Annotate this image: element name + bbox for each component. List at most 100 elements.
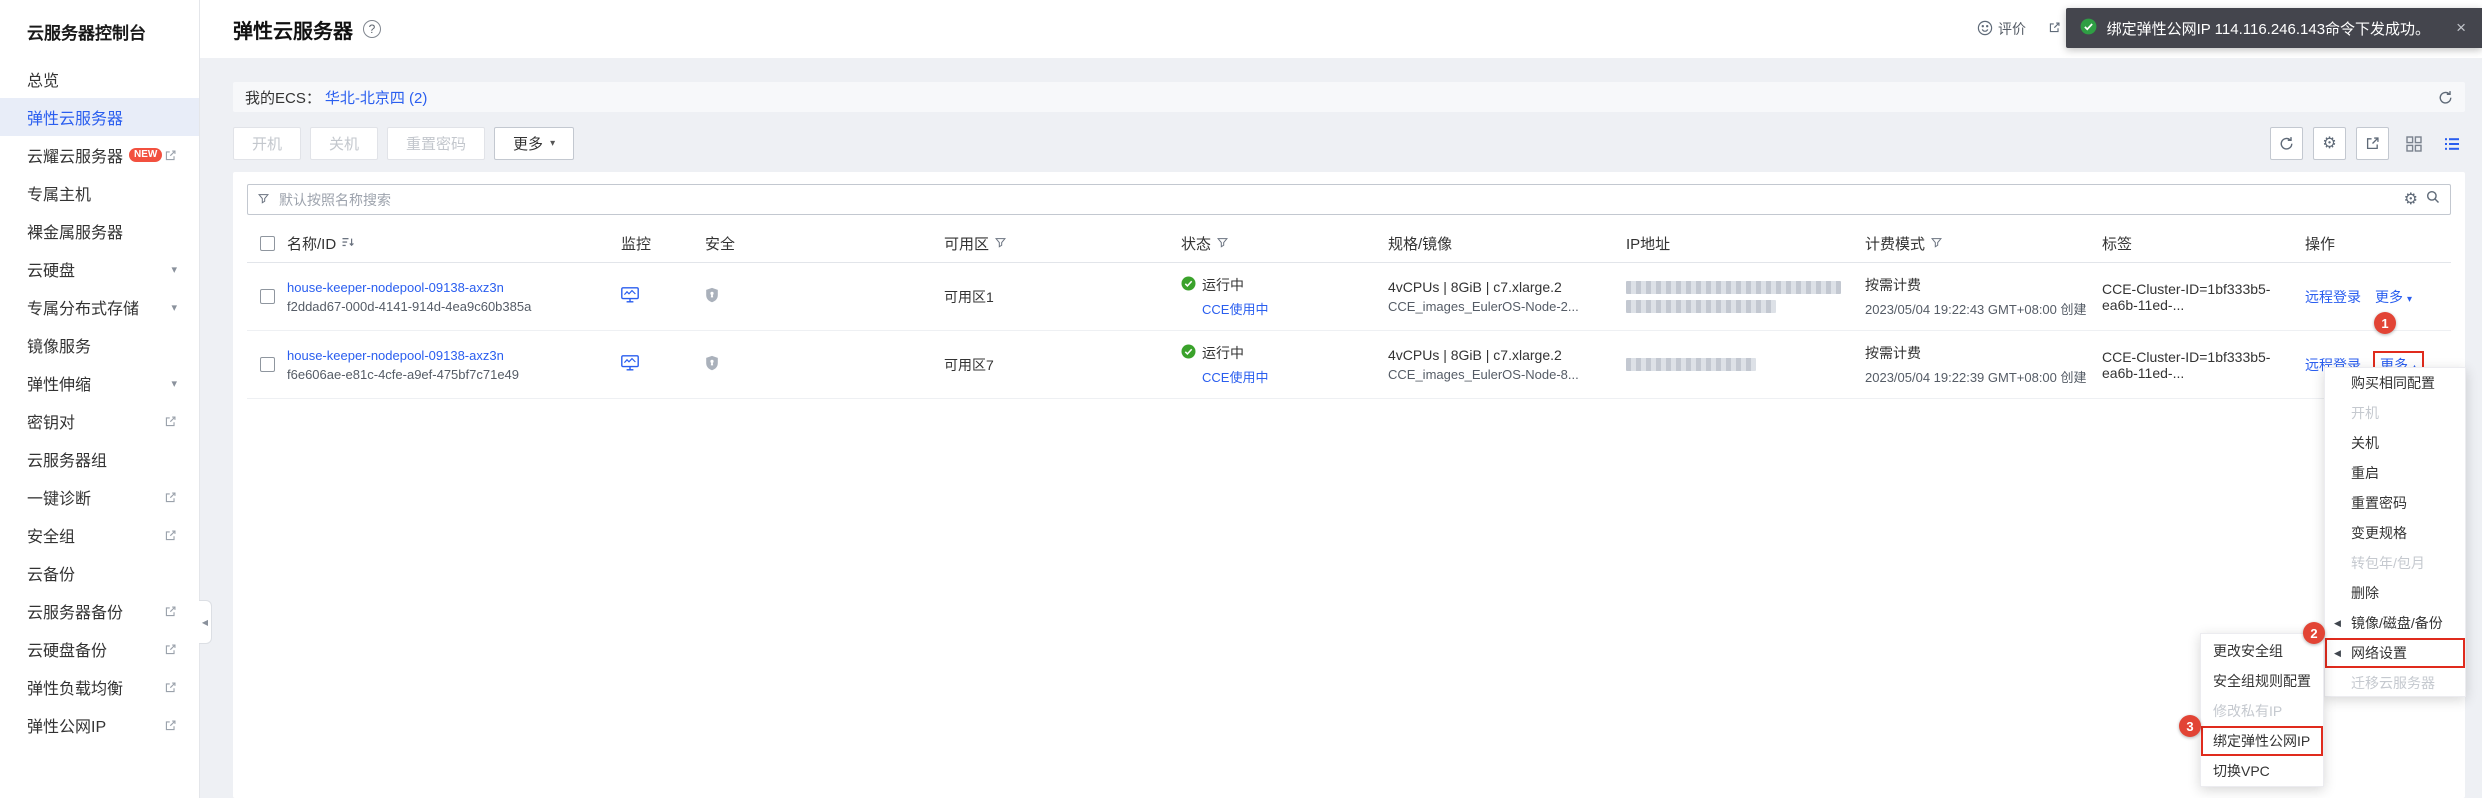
search-input[interactable]	[277, 190, 2396, 209]
select-all-checkbox[interactable]	[259, 236, 275, 251]
menu-item-label: 镜像/磁盘/备份	[2351, 615, 2443, 631]
menu-item-network-settings[interactable]: ◀ 网络设置	[2325, 638, 2465, 668]
sidebar-item-evs[interactable]: 云硬盘 ▾	[0, 250, 199, 288]
search-settings-icon[interactable]: ⚙	[2404, 191, 2418, 208]
menu-item-power-on[interactable]: 开机	[2325, 398, 2465, 428]
menu-item-bind-eip[interactable]: 绑定弹性公网IP	[2201, 726, 2323, 756]
power-off-button[interactable]: 关机	[310, 127, 379, 160]
search-icon[interactable]	[2426, 190, 2440, 209]
menu-item-security-group-rules[interactable]: 安全组规则配置	[2201, 666, 2323, 696]
settings-gear-button[interactable]: ⚙	[2313, 127, 2346, 160]
menu-item-image-disk-backup[interactable]: ◀ 镜像/磁盘/备份	[2325, 608, 2465, 638]
reset-password-button[interactable]: 重置密码	[387, 127, 486, 160]
sidebar-collapse-handle[interactable]: ◀	[199, 600, 212, 644]
menu-item-switch-vpc[interactable]: 切换VPC	[2201, 756, 2323, 786]
export-button[interactable]	[2356, 127, 2389, 160]
sidebar-item-vbs[interactable]: 云硬盘备份	[0, 630, 199, 668]
sidebar-item-label: 裸金属服务器	[27, 225, 124, 242]
external-link-icon	[164, 605, 177, 618]
menu-item-label: 重启	[2351, 465, 2379, 481]
sidebar-item-label: 密钥对	[27, 415, 76, 432]
filter-funnel-icon[interactable]	[1217, 235, 1228, 252]
chevron-down-icon: ▾	[2407, 293, 2413, 305]
server-name-link[interactable]: house-keeper-nodepool-09138-axz3n	[287, 280, 621, 295]
server-id: f6e606ae-e81c-4cfe-a9ef-475bf7c71e49	[287, 366, 520, 382]
sort-icon[interactable]	[342, 235, 355, 252]
list-view-icon[interactable]	[2439, 131, 2465, 157]
sidebar-item-one-click-diagnosis[interactable]: 一键诊断	[0, 478, 199, 516]
row-checkbox[interactable]	[259, 289, 275, 304]
more-actions-button[interactable]: 更多 ▾	[494, 127, 575, 160]
filter-funnel-icon[interactable]	[1931, 235, 1942, 252]
toast-close-icon[interactable]: ×	[2456, 18, 2466, 38]
billing-mode: 按需计费	[1865, 277, 1921, 293]
monitor-chart-icon[interactable]	[621, 287, 639, 306]
menu-item-change-billing[interactable]: 转包年/包月	[2325, 548, 2465, 578]
more-dropdown-link[interactable]: 更多 ▾	[2375, 287, 2412, 307]
annotation-step-2: 2	[2303, 622, 2325, 644]
help-icon[interactable]: ?	[363, 20, 381, 38]
menu-item-reset-password[interactable]: 重置密码	[2325, 488, 2465, 518]
feedback-link[interactable]: 评价	[1977, 19, 2026, 39]
sidebar-item-security-group[interactable]: 安全组	[0, 516, 199, 554]
table-row: house-keeper-nodepool-09138-axz3n f6e606…	[247, 331, 2451, 399]
sidebar-item-hecs[interactable]: 云耀云服务器 NEW	[0, 136, 199, 174]
power-on-button[interactable]: 开机	[233, 127, 302, 160]
sidebar-item-as[interactable]: 弹性伸缩 ▾	[0, 364, 199, 402]
az-cell: 可用区7	[944, 356, 994, 373]
server-name-link[interactable]: house-keeper-nodepool-09138-axz3n	[287, 348, 621, 363]
chevron-down-icon: ▾	[171, 377, 177, 390]
table-header: 名称/ID 监控 安全 可用区 状态 规格/镜像 IP地址 计费模式 标签 操作	[247, 225, 2451, 263]
toast-success-icon	[2080, 18, 2097, 39]
sidebar-item-server-group[interactable]: 云服务器组	[0, 440, 199, 478]
sidebar-item-label: 弹性伸缩	[27, 377, 92, 394]
remote-login-link[interactable]: 远程登录	[2305, 287, 2361, 307]
sidebar-item-overview[interactable]: 总览	[0, 60, 199, 98]
new-badge: NEW	[129, 148, 163, 162]
menu-item-label: 绑定弹性公网IP	[2213, 733, 2311, 749]
menu-item-delete[interactable]: 删除	[2325, 578, 2465, 608]
sidebar-item-elb[interactable]: 弹性负载均衡	[0, 668, 199, 706]
smiley-icon	[1977, 20, 1993, 39]
sidebar-item-label: 镜像服务	[27, 339, 92, 356]
refresh-icon[interactable]	[2438, 90, 2453, 105]
sidebar-item-ecs[interactable]: 弹性云服务器	[0, 98, 199, 136]
table-row: house-keeper-nodepool-09138-axz3n f2ddad…	[247, 263, 2451, 331]
cce-in-use-link[interactable]: CCE使用中	[1202, 299, 1388, 318]
link-icon	[2048, 21, 2061, 37]
region-selector[interactable]: 华北-北京四 (2)	[325, 87, 428, 108]
security-shield-icon[interactable]	[705, 355, 719, 374]
menu-item-power-off[interactable]: 关机	[2325, 428, 2465, 458]
sidebar-item-keypair[interactable]: 密钥对	[0, 402, 199, 440]
sidebar-item-cbr[interactable]: 云备份	[0, 554, 199, 592]
annotation-step-3: 3	[2179, 715, 2201, 737]
external-link-icon	[164, 681, 177, 694]
security-shield-icon[interactable]	[705, 287, 719, 306]
menu-item-modify-spec[interactable]: 变更规格	[2325, 518, 2465, 548]
card-view-icon[interactable]	[2401, 131, 2427, 157]
sidebar-item-eip[interactable]: 弹性公网IP	[0, 706, 199, 744]
sidebar-item-dss[interactable]: 专属分布式存储 ▾	[0, 288, 199, 326]
more-actions-menu: 购买相同配置 开机 关机 重启 重置密码 变更规格 转包年/包月 删除 ◀ 镜像/…	[2324, 367, 2466, 697]
chevron-down-icon: ▾	[550, 138, 556, 149]
refresh-list-button[interactable]	[2270, 127, 2303, 160]
sidebar-item-csbs[interactable]: 云服务器备份	[0, 592, 199, 630]
sidebar-item-bare-metal[interactable]: 裸金属服务器	[0, 212, 199, 250]
menu-item-change-security-group[interactable]: 更改安全组	[2201, 636, 2323, 666]
row-checkbox[interactable]	[259, 357, 275, 372]
sidebar-item-dedicated-host[interactable]: 专属主机	[0, 174, 199, 212]
cce-in-use-link[interactable]: CCE使用中	[1202, 367, 1388, 386]
billing-created-time: 2023/05/04 19:22:43 GMT+08:00 创建	[1865, 302, 2087, 317]
monitor-chart-icon[interactable]	[621, 355, 639, 374]
menu-item-modify-private-ip[interactable]: 修改私有IP	[2201, 696, 2323, 726]
sidebar-item-ims[interactable]: 镜像服务	[0, 326, 199, 364]
menu-item-label: 修改私有IP	[2213, 703, 2283, 719]
sidebar-item-label: 一键诊断	[27, 491, 92, 508]
reset-password-label: 重置密码	[406, 136, 467, 153]
ip-address-redacted	[1626, 358, 1756, 371]
menu-item-restart[interactable]: 重启	[2325, 458, 2465, 488]
filter-funnel-icon[interactable]	[995, 235, 1006, 252]
menu-item-buy-same-config[interactable]: 购买相同配置	[2325, 368, 2465, 398]
menu-item-migrate-server[interactable]: 迁移云服务器	[2325, 668, 2465, 698]
network-settings-submenu: 更改安全组 安全组规则配置 修改私有IP 绑定弹性公网IP 切换VPC	[2200, 633, 2324, 787]
